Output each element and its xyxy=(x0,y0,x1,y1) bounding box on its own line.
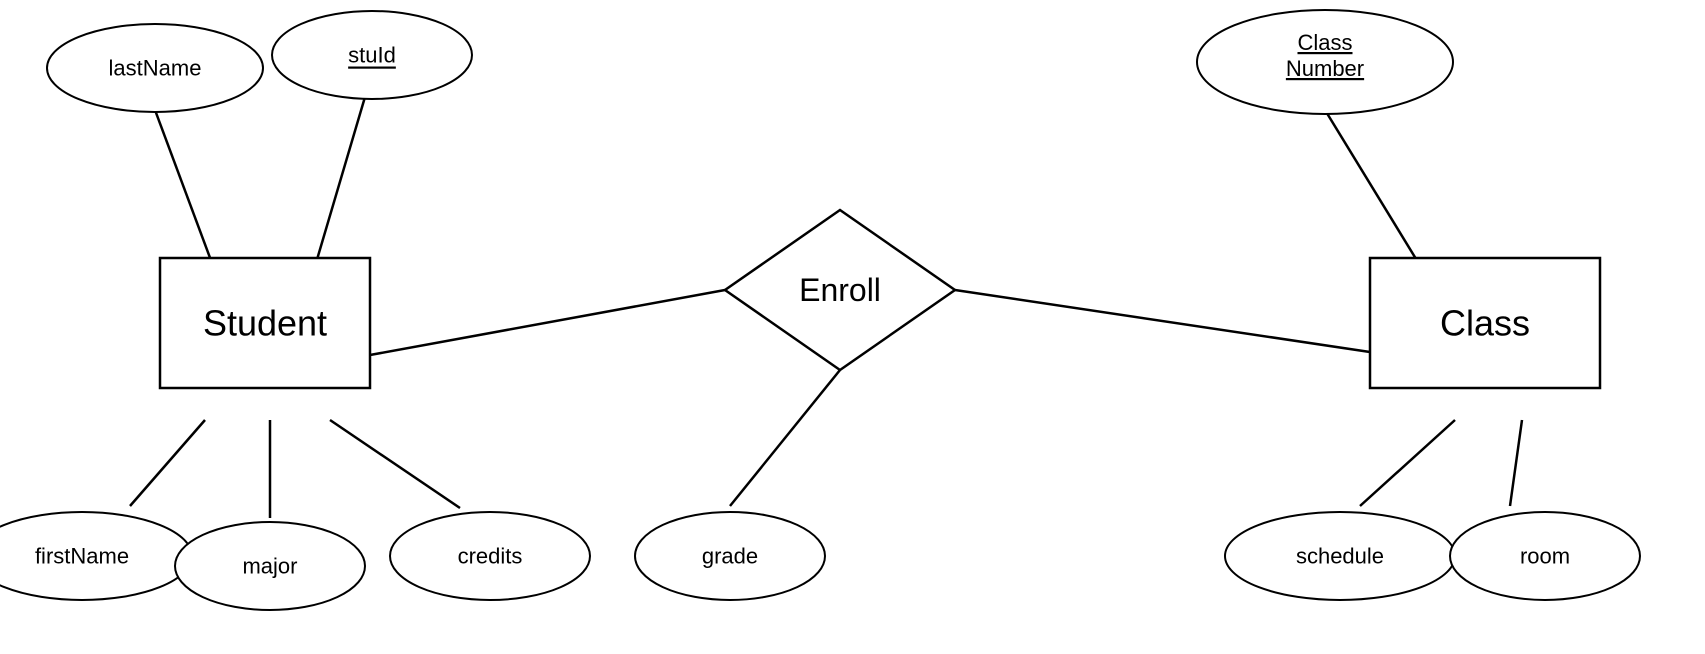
room-attr-label: room xyxy=(1520,544,1570,569)
connector-student-enroll xyxy=(370,290,725,355)
stuid-attr-label: stuId xyxy=(348,43,396,68)
student-label: Student xyxy=(203,303,327,344)
classNumber-attr-label2: Number xyxy=(1286,56,1364,81)
connector-schedule-class xyxy=(1360,420,1455,506)
connector-credits-student xyxy=(330,420,460,508)
connector-enroll-class xyxy=(955,290,1390,355)
class-label: Class xyxy=(1440,303,1530,344)
grade-attr-label: grade xyxy=(702,544,758,569)
connector-grade-enroll xyxy=(730,370,840,506)
enroll-label: Enroll xyxy=(799,272,881,308)
lastName-attr-label: lastName xyxy=(109,56,202,81)
credits-attr-label: credits xyxy=(458,544,523,569)
connector-room-class xyxy=(1510,420,1522,506)
connector-firstname-student xyxy=(130,420,205,506)
major-attr-label: major xyxy=(242,554,297,579)
firstName-attr-label: firstName xyxy=(35,544,129,569)
classNumber-attr-label: Class xyxy=(1297,30,1352,55)
er-diagram: Student Class Enroll lastName stuId firs… xyxy=(0,0,1705,649)
schedule-attr-label: schedule xyxy=(1296,544,1384,569)
